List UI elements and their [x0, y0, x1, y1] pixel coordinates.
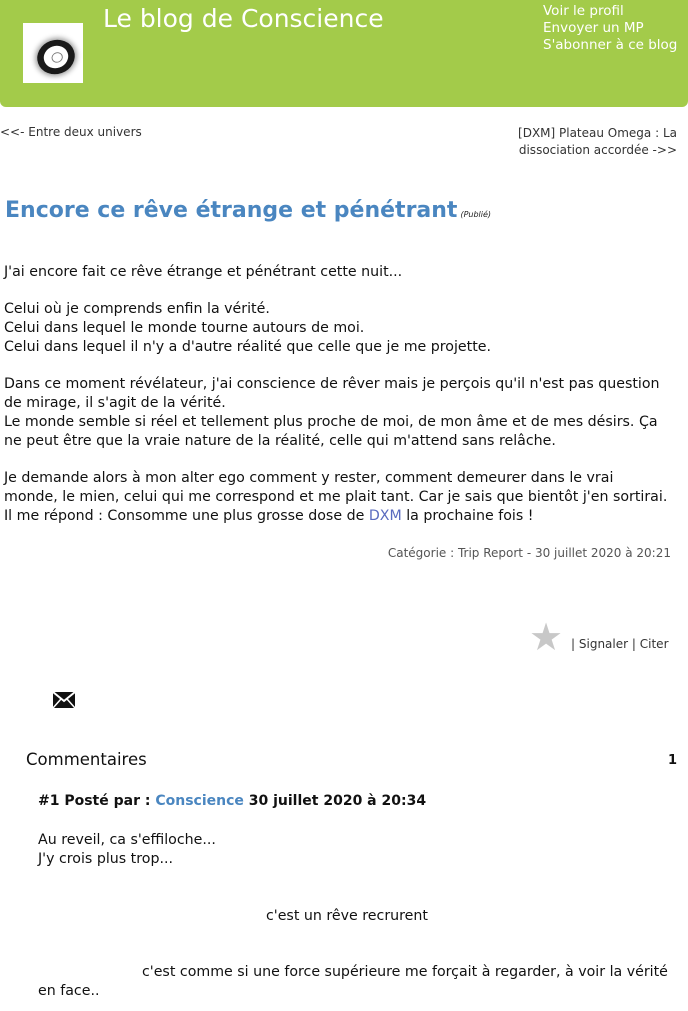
mail-icon[interactable]: [52, 691, 76, 709]
subscribe-link[interactable]: S'abonner à ce blog: [543, 37, 677, 54]
star-icon[interactable]: ★: [529, 618, 563, 656]
comment-long-line: c'est comme si une force supérieure me f…: [38, 964, 668, 999]
post-line: Celui où je comprends enfin la vérité.: [4, 301, 270, 317]
report-link[interactable]: Signaler: [579, 637, 628, 651]
post-line: Celui dans lequel il n'y a d'autre réali…: [4, 339, 492, 355]
comments-heading: Commentaires: [26, 750, 147, 769]
post-title: Encore ce rêve étrange et pénétrant (Publ…: [5, 198, 491, 223]
separator: |: [631, 637, 636, 651]
last-line-before: Il me répond : Consomme une plus grosse …: [4, 508, 369, 524]
previous-post-link[interactable]: <<- Entre deux univers: [0, 125, 142, 139]
view-profile-link[interactable]: Voir le profil: [543, 3, 677, 20]
comment-header: #1 Posté par : Conscience 30 juillet 202…: [38, 793, 426, 809]
post-actions: | Signaler | Citer: [571, 637, 669, 651]
avatar[interactable]: [23, 23, 83, 83]
send-pm-link[interactable]: Envoyer un MP: [543, 20, 677, 37]
post-paragraph-1: J'ai encore fait ce rêve étrange et péné…: [4, 263, 669, 282]
post-line: Le monde semble si réel et tellement plu…: [4, 414, 658, 449]
comments-count: 1: [668, 753, 678, 768]
next-post-link[interactable]: [DXM] Plateau Omega : La dissociation ac…: [477, 125, 677, 159]
separator: |: [571, 637, 576, 651]
post-category-date[interactable]: Catégorie : Trip Report - 30 juillet 202…: [388, 546, 671, 560]
post-body: J'ai encore fait ce rêve étrange et péné…: [4, 263, 669, 544]
post-title-text: Encore ce rêve étrange et pénétrant: [5, 198, 458, 223]
comment-author-link[interactable]: Conscience: [155, 793, 244, 809]
post-line: Je demande alors à mon alter ego comment…: [4, 470, 668, 505]
post-paragraph-4: Je demande alors à mon alter ego comment…: [4, 469, 669, 526]
header-links: Voir le profil Envoyer un MP S'abonner à…: [543, 3, 677, 54]
blog-title[interactable]: Le blog de Conscience: [103, 4, 384, 33]
avatar-ring-image: [32, 34, 80, 80]
post-paragraph-3: Dans ce moment révélateur, j'ai conscien…: [4, 375, 669, 451]
comment-line: J'y crois plus trop...: [38, 851, 173, 867]
post-line: Dans ce moment révélateur, j'ai conscien…: [4, 376, 660, 411]
post-paragraph-2: Celui où je comprends enfin la vérité. C…: [4, 300, 669, 357]
comment-line: Au reveil, ca s'effiloche...: [38, 832, 216, 848]
post-line: Celui dans lequel le monde tourne autour…: [4, 320, 365, 336]
quote-link[interactable]: Citer: [640, 637, 669, 651]
post-last-line: Il me répond : Consomme une plus grosse …: [4, 507, 669, 526]
comment-centered-line: c'est un rêve recrurent: [266, 908, 428, 924]
post-line: J'ai encore fait ce rêve étrange et péné…: [4, 264, 403, 280]
dxm-link[interactable]: DXM: [369, 508, 402, 524]
blog-header: Le blog de Conscience Voir le profil Env…: [0, 0, 688, 107]
comment-body: Au reveil, ca s'effiloche... J'y crois p…: [38, 831, 673, 999]
publish-status: (Publié): [460, 210, 492, 219]
last-line-after: la prochaine fois !: [401, 508, 534, 524]
comment-date: 30 juillet 2020 à 20:34: [248, 793, 427, 809]
comment-number: #1 Posté par :: [38, 793, 151, 809]
